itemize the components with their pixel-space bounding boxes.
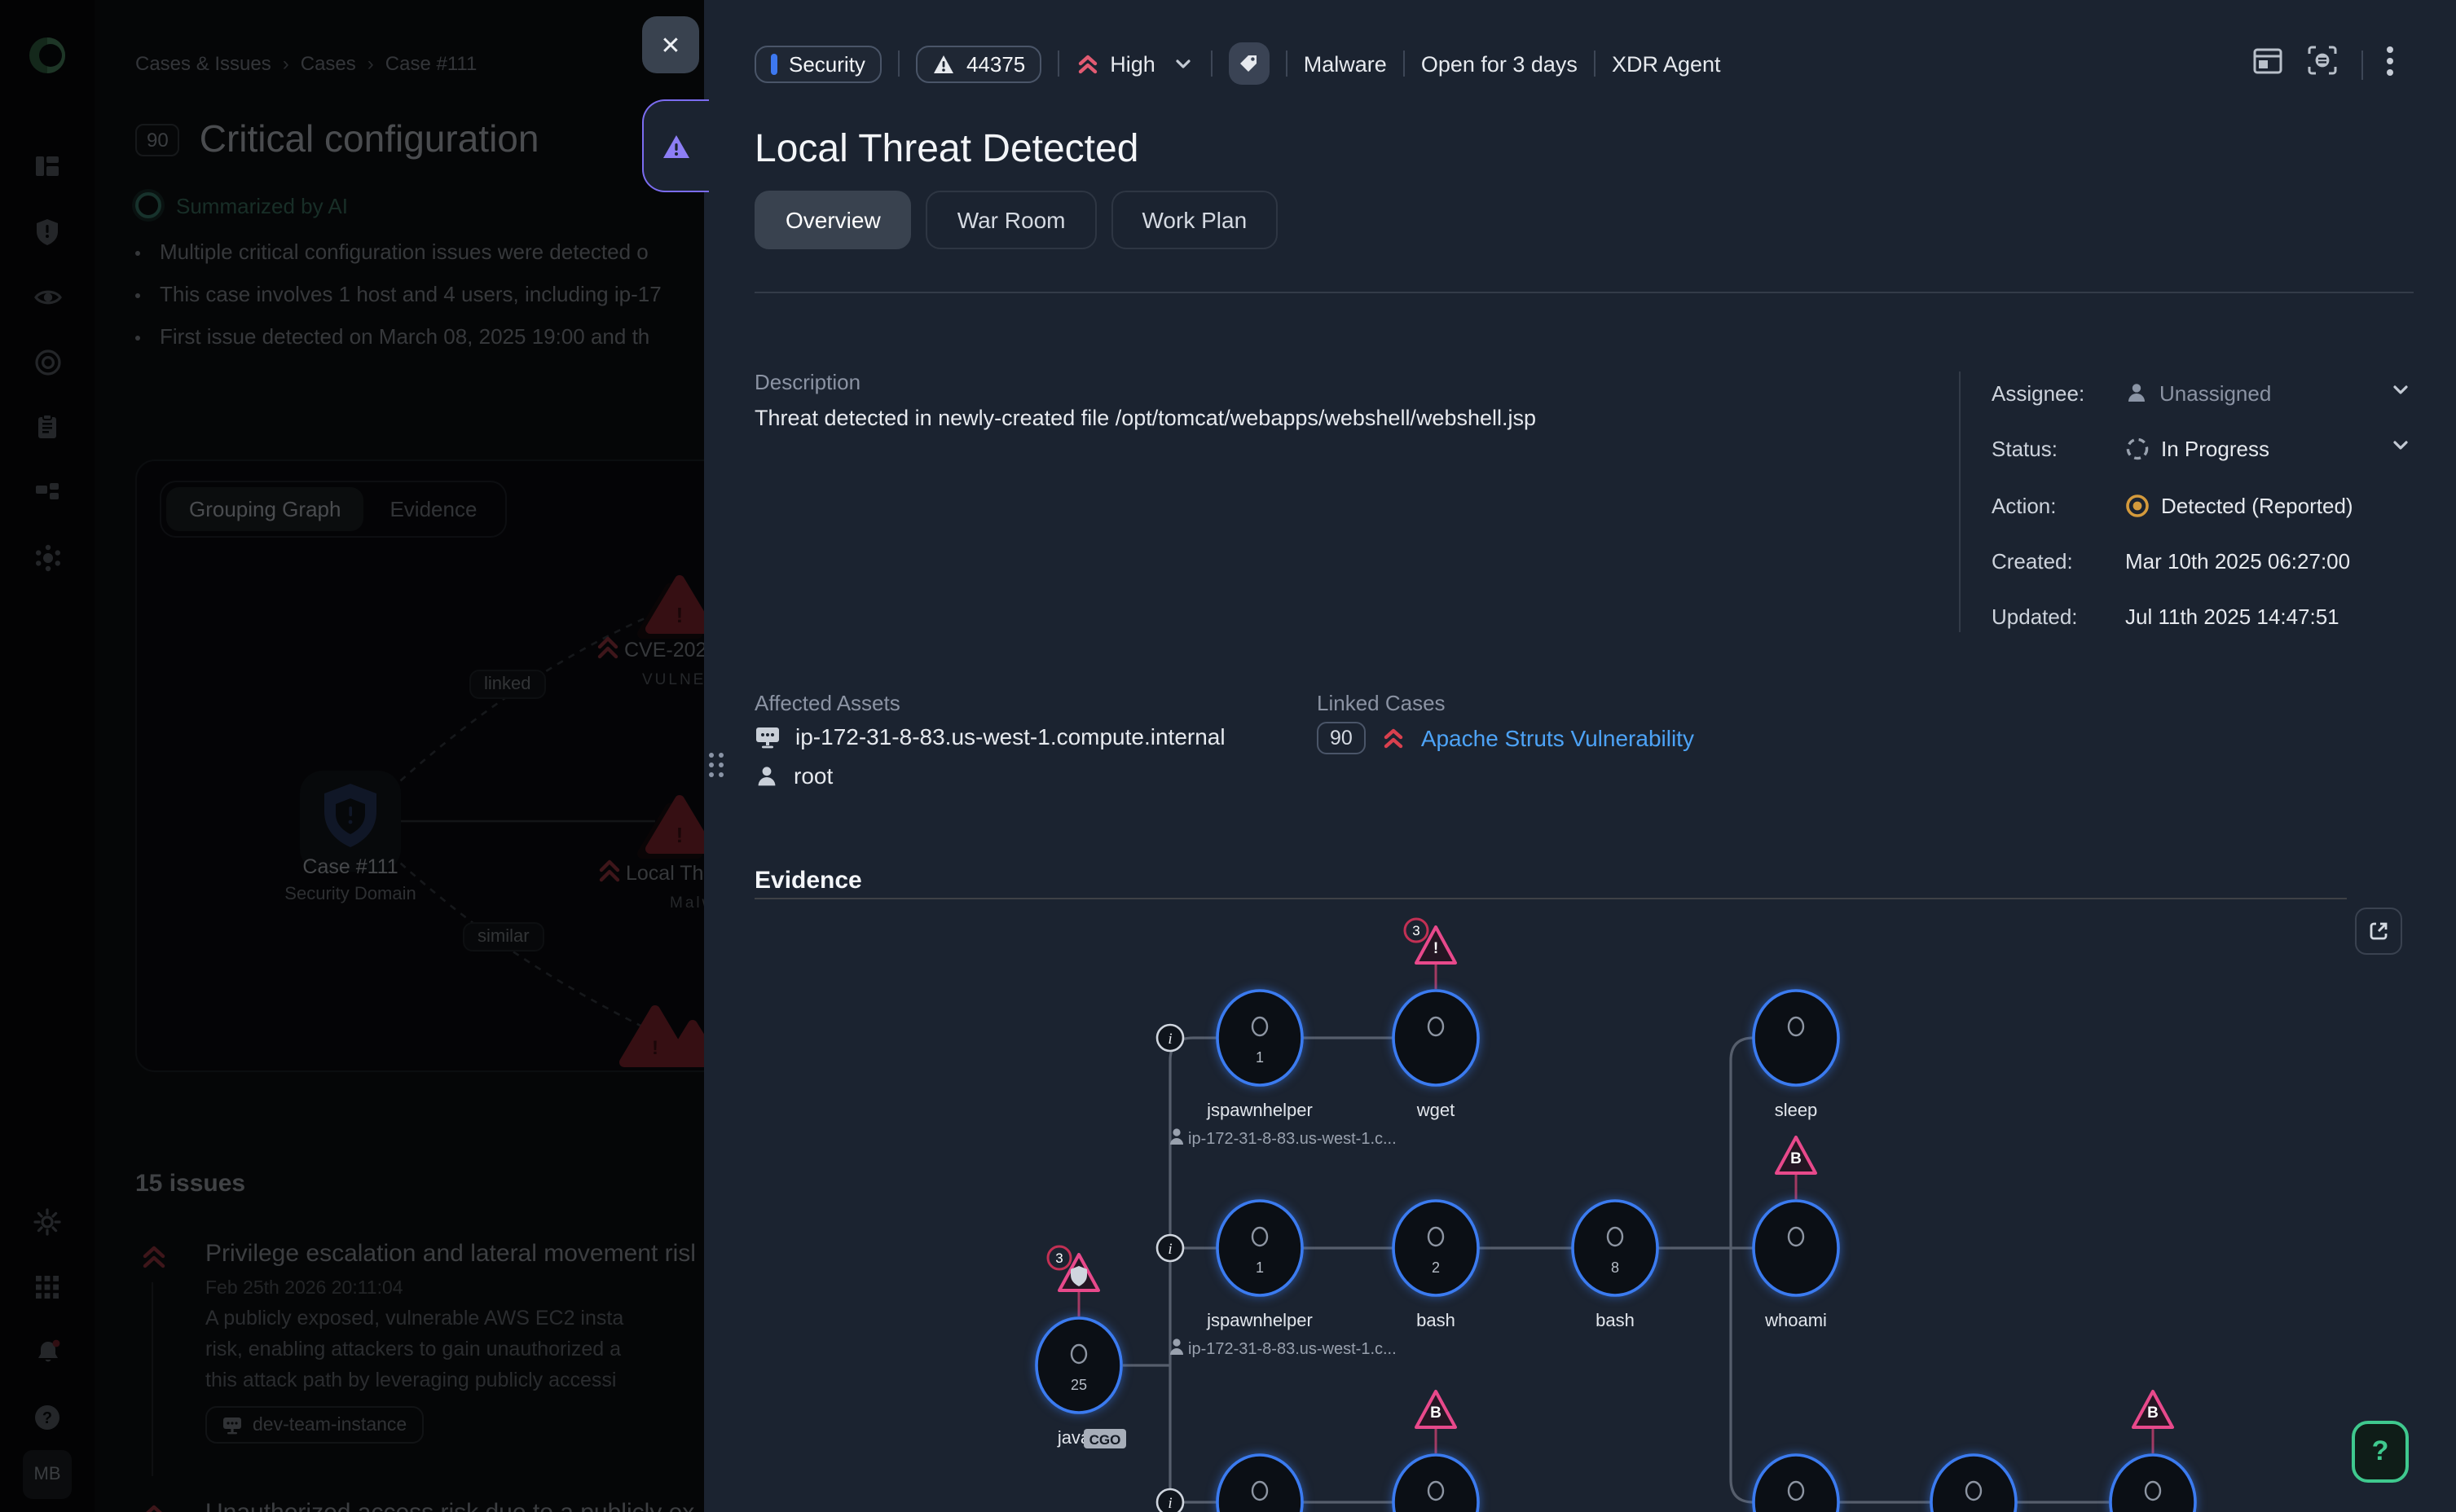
case-detail-drawer: Security 44375 High Malware Open for 3 d… <box>704 0 2456 1512</box>
case-age-label: Open for 3 days <box>1421 51 1578 76</box>
process-node[interactable] <box>1217 1455 1302 1512</box>
category-label: Malware <box>1304 51 1387 76</box>
app-root: ? MB Cases & Issues›Cases›Case #111 90 C… <box>0 0 2456 1512</box>
severity-high-icon <box>1380 725 1406 751</box>
user-icon[interactable] <box>1173 1338 1180 1346</box>
node-host-label: ip-172-31-8-83.us-west-1.c... <box>1188 1340 1397 1358</box>
help-button[interactable]: ? <box>2352 1421 2409 1483</box>
affected-assets-label: Affected Assets <box>755 691 900 715</box>
node-label: jspawnhelper <box>1206 1100 1313 1120</box>
case-header-row: Security 44375 High Malware Open for 3 d… <box>755 44 1721 83</box>
node-label: wget <box>1416 1100 1455 1120</box>
domain-color-pill <box>771 53 777 74</box>
case-title: Local Threat Detected <box>755 127 1138 173</box>
drawer-resize-handle[interactable] <box>709 753 728 777</box>
tab-war-room[interactable]: War Room <box>927 191 1097 249</box>
svg-text:B: B <box>1790 1150 1802 1167</box>
node-label: sleep <box>1775 1100 1818 1120</box>
linked-case-row[interactable]: 90 Apache Struts Vulnerability <box>1317 722 1694 754</box>
meta-assignee-row: Assignee: Unassigned <box>1992 376 2419 409</box>
host-icon <box>755 724 781 749</box>
svg-text:i: i <box>1168 1495 1172 1512</box>
user-icon <box>2125 381 2148 404</box>
alert-triangle-icon <box>660 130 693 162</box>
process-node[interactable] <box>2110 1455 2195 1512</box>
tag-icon <box>1238 52 1261 75</box>
drawer-tabs: Overview War Room Work Plan <box>755 191 1278 249</box>
node-label: bash <box>1596 1310 1635 1330</box>
description-label: Description <box>755 370 860 394</box>
svg-text:!: ! <box>1433 940 1438 957</box>
svg-text:CGO: CGO <box>1089 1432 1121 1448</box>
meta-created-row: Created: Mar 10th 2025 06:27:00 <box>1992 544 2419 577</box>
process-node[interactable] <box>1217 991 1302 1085</box>
svg-text:i: i <box>1168 1031 1172 1048</box>
linked-cases-label: Linked Cases <box>1317 691 1446 715</box>
severity-high-icon <box>1076 51 1100 76</box>
linked-case-link[interactable]: Apache Struts Vulnerability <box>1421 725 1694 751</box>
evidence-heading: Evidence <box>755 868 862 895</box>
close-drawer-button[interactable]: ✕ <box>642 16 699 73</box>
node-label: jspawnhelper <box>1206 1310 1313 1330</box>
scan-focus-icon[interactable] <box>2306 44 2339 85</box>
node-host-label: ip-172-31-8-83.us-west-1.c... <box>1188 1130 1397 1148</box>
node-label: bash <box>1416 1310 1455 1330</box>
source-label: XDR Agent <box>1612 51 1721 76</box>
process-node[interactable] <box>1393 1455 1478 1512</box>
process-node[interactable] <box>1931 1455 2016 1512</box>
user-icon <box>755 763 779 788</box>
linked-case-score: 90 <box>1317 722 1366 754</box>
meta-action-row: Action: Detected (Reported) <box>1992 489 2419 521</box>
svg-text:3: 3 <box>1412 923 1419 938</box>
evidence-graph-svg[interactable]: i i i 1 jspawnhelper ip-172-31-8-83.us-west-1… <box>978 904 2456 1512</box>
action-value: Detected (Reported) <box>2125 493 2353 517</box>
status-select[interactable]: In Progress <box>2125 436 2269 460</box>
chevron-down-icon <box>1172 52 1195 75</box>
alert-count-icon <box>932 53 955 74</box>
tags-button[interactable] <box>1229 42 1270 85</box>
page-dim-overlay <box>0 0 706 1512</box>
process-node[interactable] <box>1573 1201 1657 1295</box>
created-value: Mar 10th 2025 06:27:00 <box>2125 548 2350 573</box>
svg-text:B: B <box>2147 1404 2159 1422</box>
in-progress-icon <box>2125 436 2150 460</box>
drawer-alert-side-tab[interactable] <box>642 99 709 192</box>
tab-work-plan[interactable]: Work Plan <box>1111 191 1279 249</box>
affected-user-row[interactable]: root <box>755 763 833 789</box>
tab-overview[interactable]: Overview <box>755 191 912 249</box>
svg-text:3: 3 <box>1055 1250 1063 1266</box>
process-count: 2 <box>1432 1259 1440 1276</box>
chevron-down-icon[interactable] <box>2389 433 2412 464</box>
user-icon[interactable] <box>1173 1128 1180 1136</box>
updated-value: Jul 11th 2025 14:47:51 <box>2125 604 2339 628</box>
node-label: whoami <box>1764 1310 1827 1330</box>
chevron-down-icon[interactable] <box>2389 377 2412 408</box>
detected-icon <box>2125 493 2150 517</box>
assignee-select[interactable]: Unassigned <box>2125 380 2271 405</box>
process-count: 1 <box>1256 1259 1264 1276</box>
process-count: 25 <box>1071 1377 1087 1393</box>
process-node[interactable] <box>1754 1455 1838 1512</box>
kebab-menu-icon[interactable] <box>2386 45 2394 84</box>
process-count: 8 <box>1611 1259 1619 1276</box>
affected-host-row[interactable]: ip-172-31-8-83.us-west-1.compute.interna… <box>755 723 1226 749</box>
graph-edge[interactable] <box>1731 1038 1754 1502</box>
domain-badge[interactable]: Security <box>755 45 882 82</box>
process-node[interactable] <box>1393 991 1478 1085</box>
svg-text:i: i <box>1168 1241 1172 1258</box>
meta-updated-row: Updated: Jul 11th 2025 14:47:51 <box>1992 600 2419 632</box>
severity-select[interactable]: High <box>1076 51 1195 76</box>
process-node[interactable] <box>1217 1201 1302 1295</box>
process-count: 1 <box>1256 1049 1264 1066</box>
process-node[interactable] <box>1393 1201 1478 1295</box>
process-node[interactable] <box>1754 1201 1838 1295</box>
description-text: Threat detected in newly-created file /o… <box>755 406 1536 430</box>
process-node[interactable] <box>1754 991 1838 1085</box>
layout-panel-icon[interactable] <box>2252 46 2283 82</box>
case-id-badge[interactable]: 44375 <box>916 45 1041 82</box>
svg-text:B: B <box>1430 1404 1441 1422</box>
process-node[interactable] <box>1037 1318 1121 1413</box>
meta-status-row: Status: In Progress <box>1992 432 2419 464</box>
